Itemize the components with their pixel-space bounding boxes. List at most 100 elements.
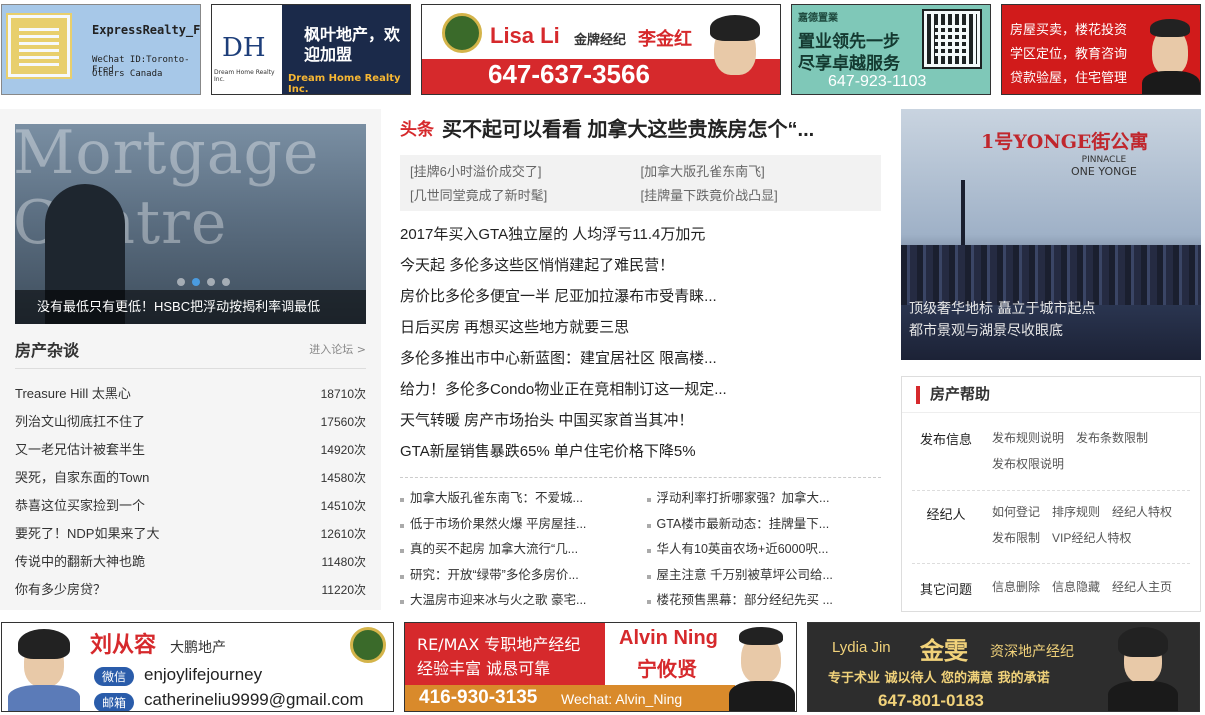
headline-title[interactable]: 买不起可以看看 加拿大这些贵族房怎个“... <box>442 113 814 142</box>
news-item[interactable]: 给力！多伦多Condo物业正在竞相制订这一规定... <box>400 374 881 405</box>
divider <box>912 563 1190 564</box>
help-link[interactable]: VIP经纪人特权 <box>1052 531 1131 545</box>
small-news-item[interactable]: 研究：开放“绿带”多伦多房价... <box>400 563 635 589</box>
sub-link[interactable]: [几世同堂竟成了新时髦] <box>410 185 641 205</box>
list-item[interactable]: 列治文山彻底扛不住了 17560次 <box>15 408 366 436</box>
help-link[interactable]: 排序规则 <box>1052 505 1100 519</box>
ad-cn-name: 李金红 <box>638 29 692 50</box>
news-item[interactable]: 日后买房 再想买这些地方就要三思 <box>400 312 881 343</box>
forum-more-link[interactable]: 进入论坛 > <box>309 341 366 357</box>
sub-link[interactable]: [挂牌量下跌竟价战凸显] <box>641 185 872 205</box>
ad-wechat: enjoylifejourney <box>144 665 263 684</box>
news-item[interactable]: 2017年买入GTA独立屋的 人均浮亏11.4万加元 <box>400 219 881 250</box>
forum-item-title[interactable]: 传说中的翻新大神也跪 <box>15 548 145 576</box>
news-column: 头条 买不起可以看看 加拿大这些贵族房怎个“... [挂牌6小时溢价成交了] [… <box>400 109 881 614</box>
small-news-item[interactable]: 真的买不起房 加拿大流行“几... <box>400 537 635 563</box>
help-link[interactable]: 如何登记 <box>992 505 1040 519</box>
help-link[interactable]: 经纪人主页 <box>1112 580 1172 594</box>
ad-cn-name: 宁攸贤 <box>637 657 697 681</box>
forum-item-title[interactable]: Treasure Hill 太黑心 <box>15 380 131 408</box>
ad-slogan: 专于术业 诚以待人 您的满意 我的承诺 <box>828 671 1050 686</box>
headline-tag: 头条 <box>400 119 434 139</box>
slider-dots <box>177 278 230 286</box>
small-news-item[interactable]: 浮动利率打折哪家强？加拿大... <box>646 486 882 512</box>
sub-link[interactable]: [挂牌6小时溢价成交了] <box>410 161 641 181</box>
top-banner-ads: ExpressRealty_Fred WeChat ID:Toronto-Fre… <box>0 4 1205 95</box>
ad-name: Lisa Li <box>490 23 560 48</box>
ad-phone: 647-637-3566 <box>488 59 650 89</box>
slider-dot[interactable] <box>177 278 185 286</box>
agent-suit <box>1108 681 1178 711</box>
ad-brand: 嘉德置業 <box>798 13 838 24</box>
help-link[interactable]: 发布限制 <box>992 531 1040 545</box>
ad-lydia-jin[interactable]: Lydia Jin 金雯 资深地产经纪 专于术业 诚以待人 您的满意 我的承诺 … <box>807 622 1200 712</box>
news-item[interactable]: GTA新屋销售暴跌65% 单户住宅价格下降5% <box>400 436 881 467</box>
small-news-grid: 加拿大版孔雀东南飞：不爱城... 浮动利率打折哪家强？加拿大... 低于市场价果… <box>400 486 881 614</box>
forum-item-title[interactable]: 又一老兄估计被套半生 <box>15 436 145 464</box>
list-item[interactable]: 恭喜这位买家捡到一个 14510次 <box>15 492 366 520</box>
forum-item-count: 11480次 <box>321 555 366 569</box>
forum-item-title[interactable]: 列治文山彻底扛不住了 <box>15 408 145 436</box>
help-links: 信息删除 信息隐藏 经纪人主页 <box>992 574 1190 600</box>
ad-realtor-red[interactable]: 房屋买卖，楼花投资 学区定位，教育咨询 贷款验屋，住宅管理 <box>1001 4 1201 95</box>
help-row-label: 经纪人 <box>926 507 966 522</box>
help-link[interactable]: 经纪人特权 <box>1112 505 1172 519</box>
ad-wechat: Wechat: Alvin_Ning <box>561 691 683 707</box>
news-item[interactable]: 今天起 多伦多这些区悄悄建起了难民营！ <box>400 250 881 281</box>
ad-liu-congrong[interactable]: 刘从容 大鹏地产 微信 enjoylifejourney 邮箱 catherin… <box>1 622 394 712</box>
agent-hair <box>739 627 783 645</box>
slide-caption[interactable]: 没有最低只有更低！HSBC把浮动按揭利率调最低 <box>15 290 366 324</box>
ad-alvin-ning[interactable]: RE/MAX 专职地产经纪 经验丰富 诚恳可靠 Alvin Ning 宁攸贤 4… <box>404 622 797 712</box>
banner-slogan-1: 顶级奢华地标 矗立于城市起点 <box>909 301 1096 317</box>
mail-badge: 邮箱 <box>94 693 135 711</box>
news-item[interactable]: 房价比多伦多便宜一半 尼亚加拉瀑布市受青睐... <box>400 281 881 312</box>
ad-expressrealty-fred[interactable]: ExpressRealty_Fred WeChat ID:Toronto-Fre… <box>1 4 201 95</box>
forum-item-title[interactable]: 恭喜这位买家捡到一个 <box>15 492 145 520</box>
small-news-item[interactable]: GTA楼市最新动态：挂牌量下... <box>646 512 882 538</box>
banner-slogan-2: 都市景观与湖景尽收眼底 <box>909 323 1063 339</box>
forum-item-title[interactable]: 你有多少房贷？ <box>15 576 106 604</box>
slider-dot-active[interactable] <box>192 278 200 286</box>
list-item[interactable]: 你有多少房贷？ 11220次 <box>15 576 366 604</box>
forum-item-title[interactable]: 哭死，自家东面的Town <box>15 464 149 492</box>
sub-link[interactable]: [加拿大版孔雀东南飞] <box>641 161 872 181</box>
ad-jiade[interactable]: 嘉德置業 置业领先一步 尽享卓越服务 647-923-1103 <box>791 4 991 95</box>
news-slider[interactable]: Mortgage Centre 没有最低只有更低！HSBC把浮动按揭利率调最低 <box>15 124 366 324</box>
small-news-item[interactable]: 大温房市迎来冰与火之歌 豪宅... <box>400 588 635 614</box>
help-row-agent: 经纪人 如何登记 排序规则 经纪人特权发布限制 VIP经纪人特权 <box>912 499 1190 559</box>
ad-dream-home[interactable]: DH Dream Home Realty Inc. 枫叶地产，欢迎加盟 Drea… <box>211 4 411 95</box>
ad-phone: 647-801-0183 <box>878 691 984 710</box>
small-news-item[interactable]: 加拿大版孔雀东南飞：不爱城... <box>400 486 635 512</box>
list-item[interactable]: 传说中的翻新大神也跪 11480次 <box>15 548 366 576</box>
small-news-item[interactable]: 楼花预售黑幕：部分经纪先买 ... <box>646 588 882 614</box>
dh-logo-box: DH Dream Home Realty Inc. <box>212 5 282 94</box>
list-item[interactable]: 要死了！NDP如果来了大 12610次 <box>15 520 366 548</box>
news-item[interactable]: 天气转暖 房产市场抬头 中国买家首当其冲！ <box>400 405 881 436</box>
small-news-item[interactable]: 华人有10英亩农场+近6000呎... <box>646 537 882 563</box>
help-row-label: 发布信息 <box>919 432 972 447</box>
ad-line3: Others Canada <box>92 69 163 79</box>
slider-dot[interactable] <box>207 278 215 286</box>
help-link[interactable]: 信息隐藏 <box>1052 580 1100 594</box>
headline: 头条 买不起可以看看 加拿大这些贵族房怎个“... <box>400 109 881 145</box>
banner-brand-line1: PINNACLE <box>1081 155 1127 165</box>
agent-hair <box>18 629 70 659</box>
one-yonge-banner[interactable]: 1号YONGE街公寓 PINNACLE ONE YONGE 顶级奢华地标 矗立于城… <box>901 109 1201 360</box>
ad-line3: 贷款验屋，住宅管理 <box>1010 71 1128 86</box>
list-item[interactable]: 又一老兄估计被套半生 14920次 <box>15 436 366 464</box>
list-item[interactable]: Treasure Hill 太黑心 18710次 <box>15 380 366 408</box>
news-item[interactable]: 多伦多推出市中心新蓝图：建宜居社区 限高楼... <box>400 343 881 374</box>
forum-item-title[interactable]: 要死了！NDP如果来了大 <box>15 520 159 548</box>
qr-code-icon <box>922 9 982 69</box>
help-link[interactable]: 发布规则说明 <box>992 431 1064 445</box>
small-news-item[interactable]: 低于市场价果然火爆 平房屋挂... <box>400 512 635 538</box>
help-link[interactable]: 信息删除 <box>992 580 1040 594</box>
help-link[interactable]: 发布权限说明 <box>992 457 1064 471</box>
small-news-item[interactable]: 屋主注意 千万别被草坪公司给... <box>646 563 882 589</box>
list-item[interactable]: 哭死，自家东面的Town 14580次 <box>15 464 366 492</box>
help-links: 如何登记 排序规则 经纪人特权发布限制 VIP经纪人特权 <box>992 499 1190 551</box>
help-link[interactable]: 发布条数限制 <box>1076 431 1148 445</box>
slider-dot[interactable] <box>222 278 230 286</box>
ad-lisa-li[interactable]: Lisa Li 金牌经纪 李金红 647-637-3566 <box>421 4 781 95</box>
ad-name: 刘从容 <box>90 632 157 658</box>
